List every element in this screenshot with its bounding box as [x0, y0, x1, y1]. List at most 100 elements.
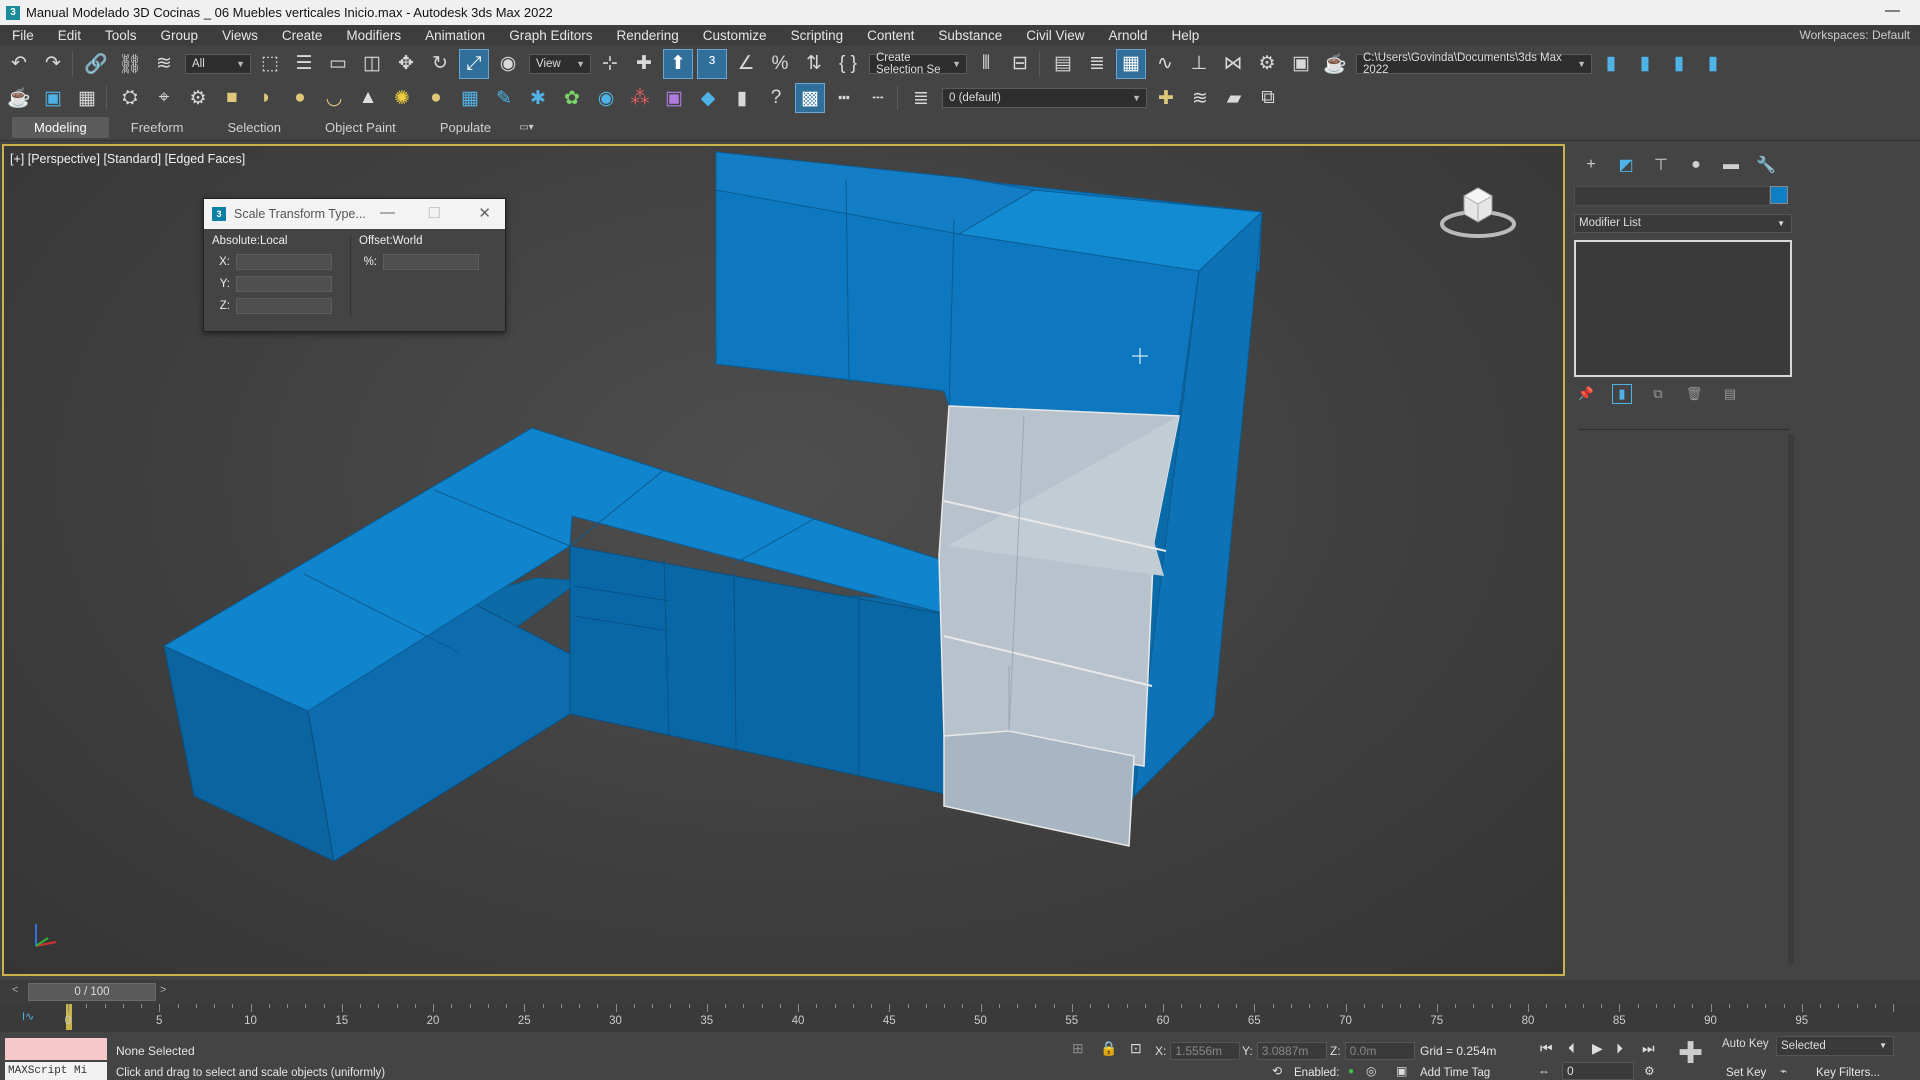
camera-icon[interactable]: ⌖: [149, 83, 179, 113]
spinner-snap-icon[interactable]: ⇅: [799, 49, 829, 79]
add-layer-icon[interactable]: ✚: [1151, 83, 1181, 113]
key-selection-dropdown[interactable]: Selected ▼: [1776, 1036, 1894, 1056]
mirror-icon[interactable]: ⫴: [971, 49, 1001, 79]
license-icon[interactable]: ▮: [727, 83, 757, 113]
rotate-icon[interactable]: ↻: [425, 49, 455, 79]
set-key-button[interactable]: Set Key: [1726, 1067, 1766, 1079]
enabled-status-icon[interactable]: ●: [1348, 1066, 1354, 1077]
track-bar[interactable]: I∿ 0 5 10 15 20 25 30 35 40 45 50 55 60 65 70 75 80 85 90 9…: [0, 1004, 1920, 1032]
layer-manager-icon[interactable]: ≋: [1185, 83, 1215, 113]
configure-modifier-sets-icon[interactable]: ▤: [1720, 384, 1740, 404]
tab-modeling[interactable]: Modeling: [12, 117, 109, 138]
toggle-ribbon-icon[interactable]: ▦: [1116, 48, 1146, 79]
dome-icon[interactable]: ◗: [251, 83, 281, 113]
z-coordinate-field[interactable]: 0.0m: [1344, 1042, 1415, 1060]
brush-icon[interactable]: ✎: [489, 83, 519, 113]
panel-scrollbar[interactable]: [1788, 434, 1794, 964]
menu-modifiers[interactable]: Modifiers: [334, 28, 413, 43]
minimize-icon[interactable]: —: [1885, 2, 1900, 19]
set-key-large-icon[interactable]: ✚: [1678, 1036, 1703, 1071]
menu-help[interactable]: Help: [1160, 28, 1212, 43]
show-end-result-icon[interactable]: ▮: [1612, 384, 1632, 404]
layer-stack-icon[interactable]: ≣: [906, 83, 936, 113]
settings-icon[interactable]: ⚙: [183, 83, 213, 113]
modifier-list-dropdown[interactable]: Modifier List ▼: [1574, 214, 1792, 233]
layer-explorer-icon[interactable]: ≣: [1082, 49, 1112, 79]
dotted-line-icon[interactable]: ┄: [863, 83, 893, 113]
z-spinner[interactable]: [236, 298, 332, 314]
x-coordinate-field[interactable]: 1.5556m: [1170, 1042, 1241, 1060]
y-coordinate-field[interactable]: 3.0887m: [1256, 1042, 1327, 1060]
time-slider[interactable]: < 0 / 100 >: [0, 980, 1920, 1004]
isolate-selection-icon[interactable]: ⊞: [1072, 1040, 1084, 1057]
select-layer-icon[interactable]: ▰: [1219, 83, 1249, 113]
menu-rendering[interactable]: Rendering: [605, 28, 691, 43]
palette-icon[interactable]: ⁂: [625, 83, 655, 113]
tab-object-paint[interactable]: Object Paint: [303, 117, 418, 138]
current-frame-field[interactable]: 0: [1562, 1062, 1634, 1080]
tab-selection[interactable]: Selection: [206, 117, 303, 138]
panel-divider[interactable]: [1578, 429, 1790, 430]
menu-graph-editors[interactable]: Graph Editors: [497, 28, 604, 43]
reference-coordinate-dropdown[interactable]: View ▼: [529, 53, 591, 74]
mini-curve-editor-icon[interactable]: I∿: [22, 1010, 34, 1023]
bind-space-warp-icon[interactable]: ≋: [149, 49, 179, 79]
time-configuration-icon[interactable]: ⚙: [1644, 1064, 1655, 1078]
adaptive-degradation-icon[interactable]: ⟲: [1272, 1064, 1282, 1078]
layer-dropdown[interactable]: 0 (default) ▼: [942, 88, 1147, 108]
selection-filter-dropdown[interactable]: All ▼: [185, 53, 251, 74]
named-selection-set-dropdown[interactable]: Create Selection Se ▼: [869, 52, 967, 76]
select-manipulate-icon[interactable]: ✚: [629, 49, 659, 79]
grid-toggle-icon[interactable]: ▩: [795, 83, 825, 113]
menu-views[interactable]: Views: [210, 28, 270, 43]
display-tab-icon[interactable]: ▬: [1716, 154, 1746, 176]
menu-tools[interactable]: Tools: [93, 28, 149, 43]
material-editor-icon[interactable]: ⋈: [1218, 49, 1248, 79]
viewport-label[interactable]: [+] [Perspective] [Standard] [Edged Face…: [10, 152, 245, 166]
select-object-icon[interactable]: ⬚: [255, 49, 285, 79]
move-icon[interactable]: ✥: [391, 49, 421, 79]
tab-populate[interactable]: Populate: [418, 117, 513, 138]
time-tag-icon[interactable]: ◎: [1366, 1064, 1376, 1078]
material-ball-icon[interactable]: ◉: [591, 83, 621, 113]
key-tangent-icon[interactable]: ⌁: [1780, 1064, 1787, 1078]
minimize-icon[interactable]: —: [380, 204, 395, 221]
menu-customize[interactable]: Customize: [691, 28, 779, 43]
helper-icon[interactable]: ⛭: [115, 83, 145, 113]
arnold-icon[interactable]: ✿: [557, 83, 587, 113]
time-tag-toggle-icon[interactable]: ▣: [1396, 1064, 1407, 1078]
render-region-icon[interactable]: ◆: [693, 83, 723, 113]
keyboard-shortcut-override-icon[interactable]: ⬆: [663, 48, 693, 79]
y-spinner[interactable]: [236, 276, 332, 292]
angle-snap-icon[interactable]: ∠: [731, 49, 761, 79]
box-icon[interactable]: ■: [217, 83, 247, 113]
dialog-title-bar[interactable]: 3 Scale Transform Type... — ☐ ✕: [204, 199, 505, 229]
edit-named-selection-icon[interactable]: { }: [833, 49, 863, 79]
schematic-view-icon[interactable]: ⊥: [1184, 49, 1214, 79]
link-icon[interactable]: 🔗: [81, 49, 111, 79]
rendered-frame-window-icon[interactable]: ▣: [1286, 49, 1316, 79]
next-frame-icon[interactable]: >: [160, 984, 174, 1000]
remove-modifier-icon[interactable]: 🗑: [1684, 384, 1704, 404]
percent-spinner[interactable]: [383, 254, 479, 270]
tab-freeform[interactable]: Freeform: [109, 117, 206, 138]
help-icon[interactable]: ?: [761, 83, 791, 113]
project-open-icon[interactable]: ▮: [1630, 49, 1660, 79]
ribbon-options-icon[interactable]: ▭▾: [513, 122, 539, 133]
unlink-icon[interactable]: ⛓: [115, 49, 145, 79]
go-to-end-icon[interactable]: ⏭: [1642, 1040, 1655, 1057]
percent-snap-icon[interactable]: %: [765, 49, 795, 79]
cone-icon[interactable]: ▲: [353, 83, 383, 113]
close-icon[interactable]: ✕: [478, 204, 491, 222]
snaps-toggle-icon[interactable]: ³: [697, 48, 727, 79]
menu-group[interactable]: Group: [149, 28, 211, 43]
modifier-stack[interactable]: [1574, 240, 1792, 377]
make-unique-icon[interactable]: ⧉: [1648, 384, 1668, 404]
window-crossing-icon[interactable]: ◫: [357, 49, 387, 79]
previous-frame-icon[interactable]: <: [12, 984, 26, 1000]
auto-key-button[interactable]: Auto Key: [1722, 1038, 1772, 1058]
undo-icon[interactable]: ↶: [4, 49, 34, 79]
object-color-swatch[interactable]: [1770, 186, 1788, 204]
teapot-icon[interactable]: ☕: [4, 83, 34, 113]
grid-object-icon[interactable]: ▦: [455, 83, 485, 113]
